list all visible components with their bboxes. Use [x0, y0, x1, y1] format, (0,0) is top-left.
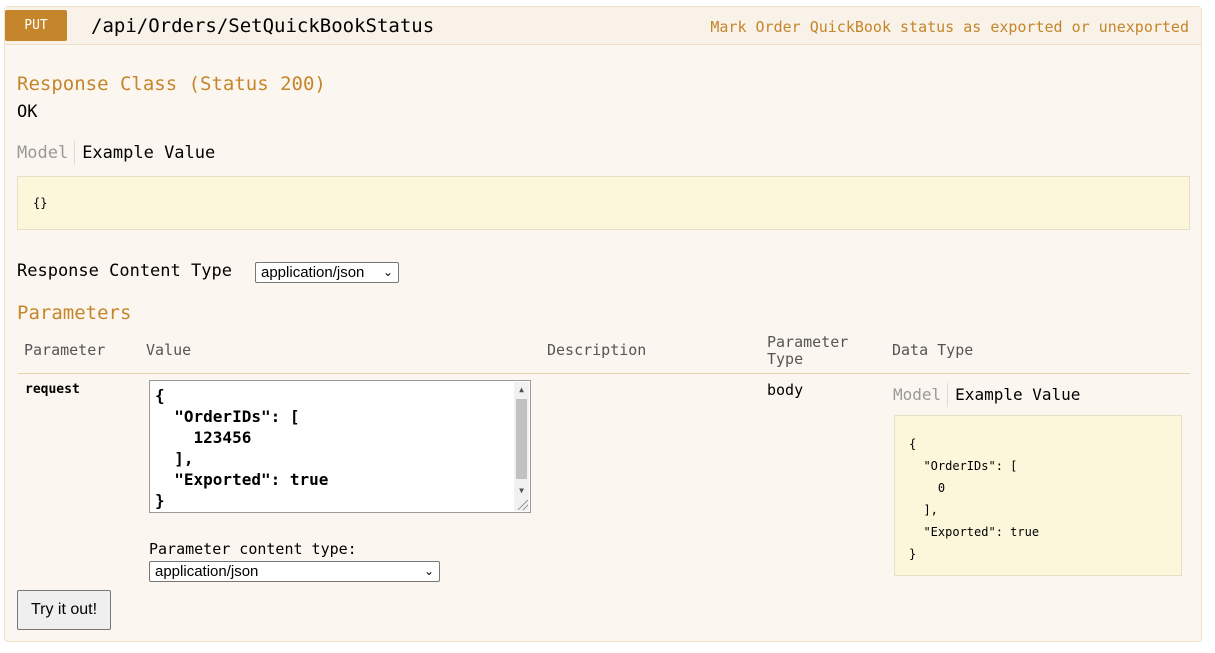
column-value: Value: [146, 341, 192, 359]
scroll-down-icon[interactable]: ▼: [514, 486, 529, 495]
operation-header[interactable]: PUT /api/Orders/SetQuickBookStatus Mark …: [5, 7, 1201, 45]
parameters-table-header: Parameter Value Description Parameter Ty…: [18, 332, 1190, 374]
column-data-type: Data Type: [892, 341, 974, 359]
response-content-type-select[interactable]: application/json ⌄: [255, 262, 399, 283]
resize-handle-icon[interactable]: [518, 500, 528, 510]
http-method-badge[interactable]: PUT: [5, 10, 67, 41]
scrollbar-thumb[interactable]: [516, 399, 527, 479]
textarea-scrollbar[interactable]: ▲ ▼: [514, 382, 529, 511]
tab-example-value[interactable]: Example Value: [75, 141, 215, 165]
column-description: Description: [547, 341, 647, 359]
parameter-content-type-label: Parameter content type:: [149, 540, 357, 558]
parameters-heading: Parameters: [17, 302, 132, 324]
column-parameter: Parameter: [24, 341, 106, 359]
data-type-example-value: { "OrderIDs": [ 0 ], "Exported": true }: [909, 437, 1040, 561]
parameter-value-textarea[interactable]: { "OrderIDs": [ 123456 ], "Exported": tr…: [149, 380, 531, 513]
column-parameter-type: Parameter Type: [767, 333, 849, 368]
scroll-up-icon[interactable]: ▲: [514, 385, 529, 394]
parameter-content-type-value: application/json: [155, 563, 259, 580]
endpoint-path[interactable]: /api/Orders/SetQuickBookStatus: [91, 15, 434, 37]
chevron-down-icon: ⌄: [382, 265, 393, 279]
tab-model[interactable]: Model: [17, 141, 76, 165]
response-class-heading: Response Class (Status 200): [17, 73, 326, 95]
data-type-signature-tabs: Model Example Value: [893, 383, 1080, 407]
response-content-type-value: application/json: [261, 264, 365, 281]
response-signature-tabs: Model Example Value: [17, 141, 215, 165]
data-type-tab-model[interactable]: Model: [893, 383, 949, 407]
parameter-value-text: { "OrderIDs": [ 123456 ], "Exported": tr…: [155, 386, 329, 510]
data-type-tab-example-value[interactable]: Example Value: [948, 383, 1080, 407]
data-type-example-box[interactable]: { "OrderIDs": [ 0 ], "Exported": true }: [894, 415, 1182, 576]
parameter-type-value: body: [767, 381, 804, 399]
response-example-value: {}: [33, 196, 48, 210]
endpoint-summary[interactable]: Mark Order QuickBook status as exported …: [710, 17, 1189, 37]
response-content-type-label: Response Content Type: [17, 261, 232, 281]
try-it-out-button[interactable]: Try it out!: [17, 590, 111, 630]
response-status-text: OK: [17, 102, 38, 122]
chevron-down-icon: ⌄: [423, 564, 434, 578]
parameter-name: request: [25, 382, 80, 397]
response-example-box[interactable]: {}: [17, 176, 1190, 230]
parameter-content-type-select[interactable]: application/json ⌄: [149, 561, 440, 582]
